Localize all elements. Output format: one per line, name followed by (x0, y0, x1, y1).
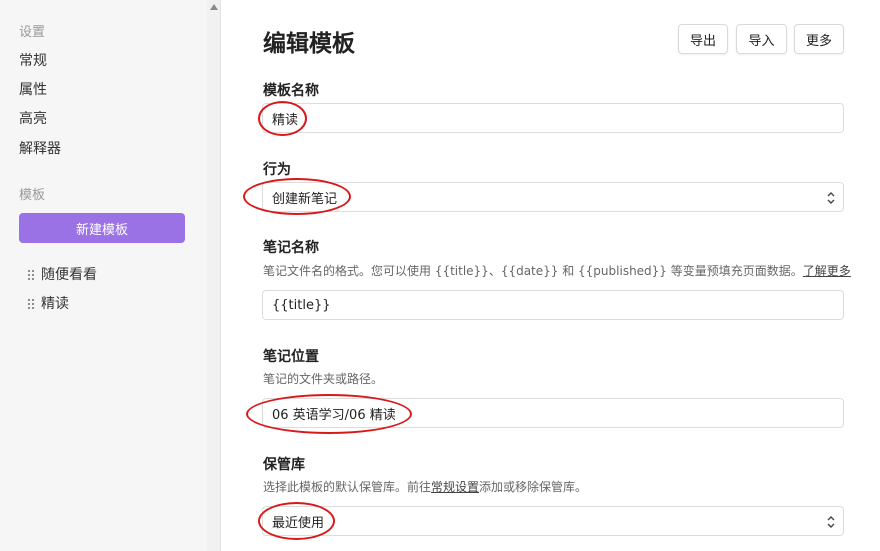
behavior-select[interactable]: 创建新笔记 (262, 182, 844, 212)
note-location-input[interactable]: 06 英语学习/06 精读 (262, 398, 844, 428)
sidebar-item-properties[interactable]: 属性 (19, 79, 47, 99)
note-name-value: {{title}} (272, 297, 331, 313)
template-name-value: 精读 (272, 112, 299, 128)
vault-value: 最近使用 (272, 515, 325, 531)
vault-select[interactable]: 最近使用 (262, 506, 844, 536)
sidebar: 设置 常规 属性 高亮 解释器 模板 新建模板 随便看看 精读 (0, 0, 207, 551)
note-location-description: 笔记的文件夹或路径。 (263, 372, 384, 386)
templates-heading: 模板 (19, 188, 46, 203)
scroll-up-arrow-icon[interactable] (210, 4, 218, 10)
more-button[interactable]: 更多 (794, 24, 844, 54)
vault-description-prefix: 选择此模板的默认保管库。前往 (263, 480, 432, 494)
note-name-description-text: 笔记文件名的格式。您可以使用 {{title}}、{{date}} 和 {{pu… (263, 264, 803, 278)
template-item-label: 随便看看 (41, 267, 97, 283)
note-name-description: 笔记文件名的格式。您可以使用 {{title}}、{{date}} 和 {{pu… (263, 262, 851, 279)
chevron-updown-icon (827, 516, 835, 528)
chevron-updown-icon (827, 192, 835, 204)
template-item-label: 精读 (41, 296, 69, 312)
learn-more-link[interactable]: 了解更多 (803, 264, 851, 278)
import-button[interactable]: 导入 (736, 24, 787, 54)
vault-description-suffix: 添加或移除保管库。 (479, 480, 588, 494)
template-item-intensive[interactable]: 精读 (27, 293, 69, 313)
new-template-button[interactable]: 新建模板 (19, 213, 185, 243)
sidebar-item-general[interactable]: 常规 (19, 50, 47, 70)
note-name-input[interactable]: {{title}} (262, 290, 844, 320)
note-location-value: 06 英语学习/06 精读 (272, 407, 396, 423)
sidebar-item-interpreter[interactable]: 解释器 (19, 138, 61, 158)
note-name-label: 笔记名称 (263, 240, 319, 256)
template-item-casual[interactable]: 随便看看 (27, 264, 97, 284)
page-title: 编辑模板 (263, 31, 355, 57)
sidebar-scrollbar[interactable] (207, 0, 221, 551)
drag-handle-icon[interactable] (27, 297, 35, 309)
behavior-value: 创建新笔记 (272, 191, 338, 207)
template-name-label: 模板名称 (263, 83, 319, 99)
vault-label: 保管库 (263, 457, 305, 473)
sidebar-item-highlights[interactable]: 高亮 (19, 108, 47, 128)
behavior-label: 行为 (263, 162, 291, 178)
export-button[interactable]: 导出 (678, 24, 728, 54)
vault-description: 选择此模板的默认保管库。前往常规设置添加或移除保管库。 (263, 478, 587, 495)
note-location-label: 笔记位置 (263, 349, 319, 365)
drag-handle-icon[interactable] (27, 268, 35, 280)
template-name-input[interactable]: 精读 (262, 103, 844, 133)
settings-heading: 设置 (19, 25, 46, 40)
general-settings-link[interactable]: 常规设置 (431, 480, 479, 494)
